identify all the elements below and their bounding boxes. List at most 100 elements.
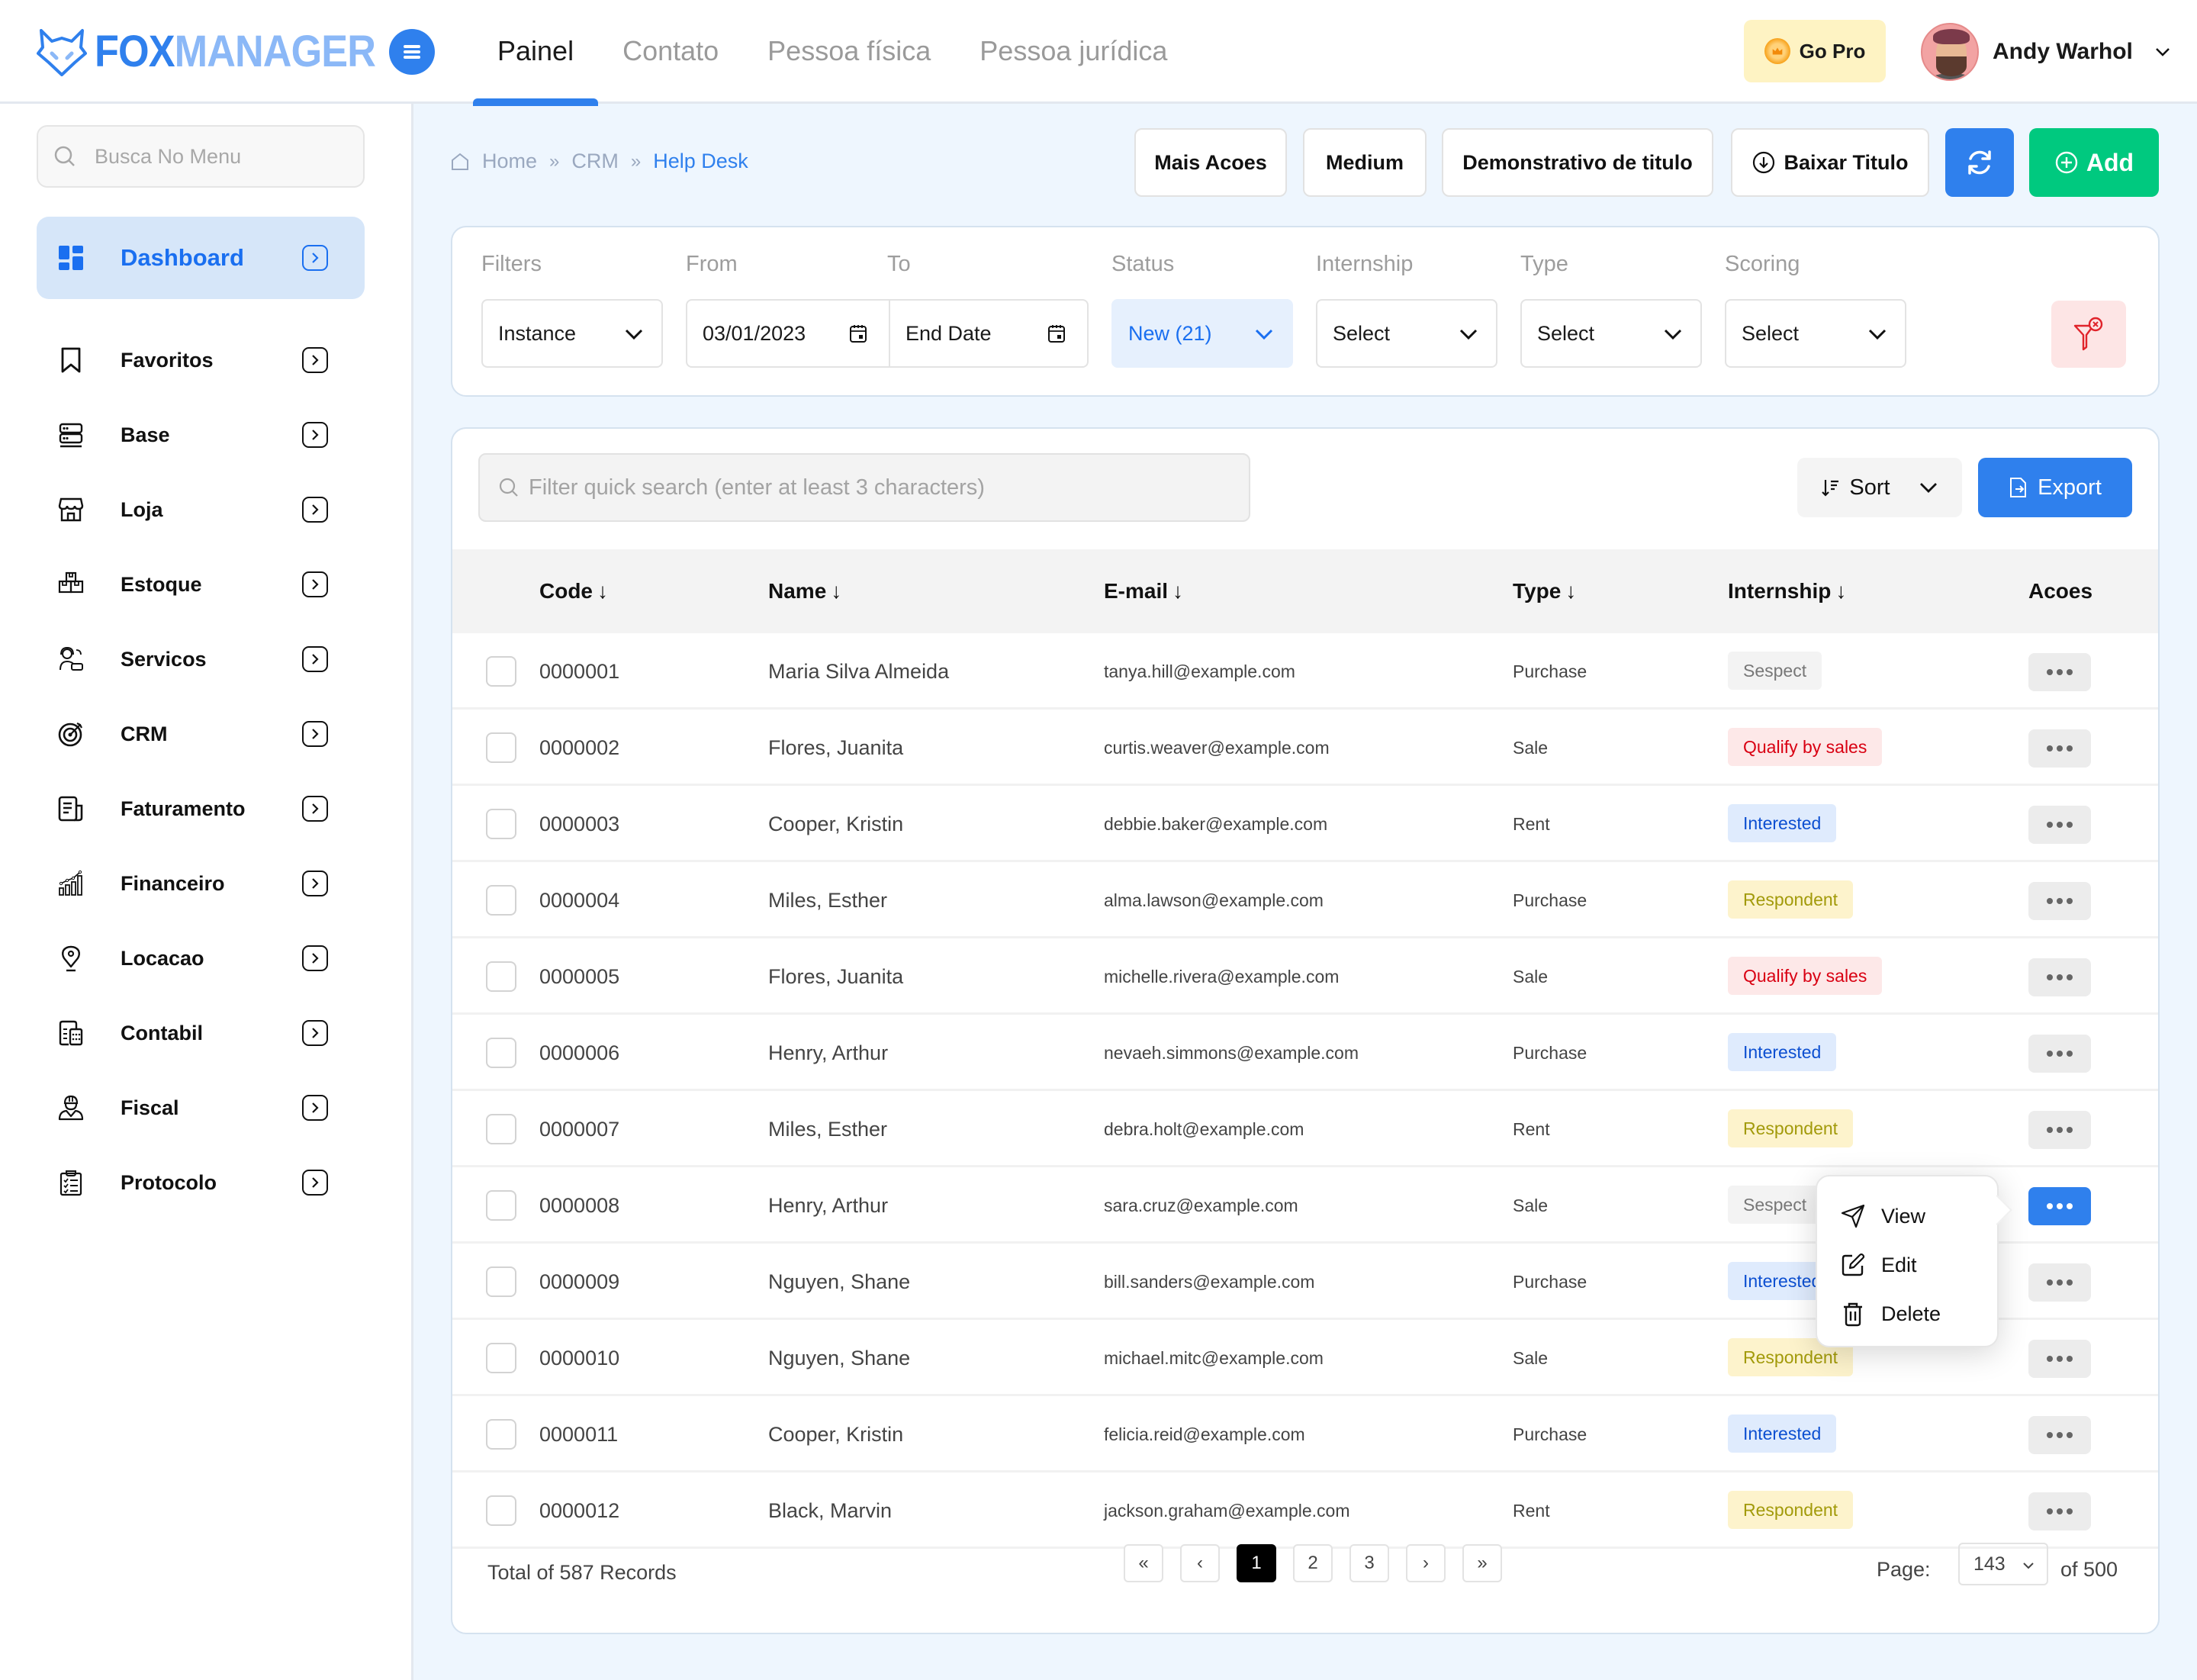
sidebar-search[interactable] bbox=[37, 125, 365, 188]
row-checkbox[interactable] bbox=[486, 1266, 516, 1297]
sidebar-search-input[interactable] bbox=[95, 144, 354, 169]
row-actions-button[interactable] bbox=[2028, 1416, 2091, 1454]
menu-item-delete[interactable]: Delete bbox=[1840, 1292, 1941, 1335]
tab-pessoa-fisica[interactable]: Pessoa física bbox=[743, 0, 955, 104]
more-dots-icon bbox=[2047, 974, 2053, 980]
row-actions-button[interactable] bbox=[2028, 1035, 2091, 1073]
table-row[interactable]: 0000003 Cooper, Kristin debbie.baker@examp… bbox=[452, 786, 2158, 862]
row-actions-button[interactable] bbox=[2028, 1187, 2091, 1225]
page-select[interactable]: 143 bbox=[1958, 1543, 2048, 1585]
baixar-titulo-button[interactable]: Baixar Titulo bbox=[1731, 128, 1929, 197]
app-logo[interactable]: FOXMANAGER bbox=[37, 27, 407, 76]
from-date-input[interactable]: 03/01/2023 bbox=[687, 301, 889, 366]
quick-search-input[interactable] bbox=[529, 475, 1246, 500]
instance-select[interactable]: Instance bbox=[481, 299, 663, 368]
scoring-select[interactable]: Select bbox=[1725, 299, 1906, 368]
table-row[interactable]: 0000002 Flores, Juanita curtis.weaver@exam… bbox=[452, 710, 2158, 786]
menu-toggle-button[interactable] bbox=[389, 29, 435, 75]
home-icon bbox=[452, 153, 468, 170]
prev-page-button[interactable]: ‹ bbox=[1180, 1544, 1220, 1582]
sidebar-item-financeiro[interactable]: Financeiro bbox=[37, 842, 365, 925]
sidebar-item-locacao[interactable]: Locacao bbox=[37, 917, 365, 999]
medium-button[interactable]: Medium bbox=[1303, 128, 1427, 197]
type-select[interactable]: Select bbox=[1520, 299, 1702, 368]
sort-button[interactable]: Sort bbox=[1797, 458, 1962, 517]
sidebar-item-protocolo[interactable]: Protocolo bbox=[37, 1141, 365, 1224]
refresh-button[interactable] bbox=[1945, 128, 2014, 197]
table-row[interactable]: 0000004 Miles, Esther alma.lawson@example.… bbox=[452, 862, 2158, 938]
page-button[interactable]: 3 bbox=[1349, 1544, 1389, 1582]
column-header-code[interactable]: Code ↓ bbox=[539, 549, 608, 633]
to-date-input[interactable]: End Date bbox=[889, 301, 1087, 366]
row-checkbox[interactable] bbox=[486, 1495, 516, 1526]
column-header-type[interactable]: Type ↓ bbox=[1513, 549, 1576, 633]
row-actions-button[interactable] bbox=[2028, 729, 2091, 768]
row-actions-button[interactable] bbox=[2028, 653, 2091, 691]
row-checkbox[interactable] bbox=[486, 732, 516, 763]
row-checkbox[interactable] bbox=[486, 885, 516, 916]
table-row[interactable]: 0000007 Miles, Esther debra.holt@example.c… bbox=[452, 1091, 2158, 1167]
cell-name: Nguyen, Shane bbox=[768, 1347, 911, 1369]
breadcrumb-home[interactable]: Home bbox=[482, 150, 537, 173]
sidebar-item-loja[interactable]: Loja bbox=[37, 468, 365, 551]
table-row[interactable]: 0000006 Henry, Arthur nevaeh.simmons@examp… bbox=[452, 1015, 2158, 1091]
row-checkbox[interactable] bbox=[486, 809, 516, 839]
row-checkbox[interactable] bbox=[486, 1114, 516, 1144]
next-page-button[interactable]: › bbox=[1406, 1544, 1446, 1582]
clear-filters-button[interactable] bbox=[2051, 301, 2126, 368]
table-row[interactable]: 0000011 Cooper, Kristin felicia.reid@examp… bbox=[452, 1396, 2158, 1472]
last-page-button[interactable]: » bbox=[1462, 1544, 1502, 1582]
add-button[interactable]: Add bbox=[2029, 128, 2159, 197]
sidebar-item-faturamento[interactable]: Faturamento bbox=[37, 768, 365, 850]
row-checkbox[interactable] bbox=[486, 1038, 516, 1068]
table-row[interactable]: 0000001 Maria Silva Almeida tanya.hill@exa… bbox=[452, 633, 2158, 710]
quick-search[interactable] bbox=[478, 453, 1250, 522]
internship-select[interactable]: Select bbox=[1316, 299, 1497, 368]
row-actions-button[interactable] bbox=[2028, 1263, 2091, 1302]
sidebar-item-favoritos[interactable]: Favoritos bbox=[37, 319, 365, 401]
row-checkbox[interactable] bbox=[486, 656, 516, 687]
column-header-name[interactable]: Name ↓ bbox=[768, 549, 841, 633]
go-pro-button[interactable]: Go Pro bbox=[1744, 20, 1886, 82]
chevron-right-icon bbox=[302, 497, 328, 523]
tab-contato[interactable]: Contato bbox=[598, 0, 743, 104]
to-label: To bbox=[887, 252, 911, 276]
breadcrumb-crm[interactable]: CRM bbox=[571, 150, 619, 173]
row-checkbox[interactable] bbox=[486, 961, 516, 992]
row-actions-button[interactable] bbox=[2028, 1492, 2091, 1530]
table-row[interactable]: 0000005 Flores, Juanita michelle.rivera@ex… bbox=[452, 938, 2158, 1015]
tab-pessoa-juridica[interactable]: Pessoa jurídica bbox=[955, 0, 1192, 104]
sidebar-item-base[interactable]: Base bbox=[37, 394, 365, 476]
page-button[interactable]: 1 bbox=[1237, 1544, 1276, 1582]
status-select[interactable]: New (21) bbox=[1111, 299, 1293, 368]
demonstrativo-button[interactable]: Demonstrativo de titulo bbox=[1442, 128, 1713, 197]
row-actions-button[interactable] bbox=[2028, 882, 2091, 920]
first-page-button[interactable]: « bbox=[1124, 1544, 1163, 1582]
row-actions-button[interactable] bbox=[2028, 958, 2091, 996]
row-checkbox[interactable] bbox=[486, 1419, 516, 1450]
row-checkbox[interactable] bbox=[486, 1190, 516, 1221]
sidebar-item-crm[interactable]: CRM bbox=[37, 693, 365, 775]
row-actions-button[interactable] bbox=[2028, 1340, 2091, 1378]
sidebar-item-estoque[interactable]: Estoque bbox=[37, 543, 365, 626]
row-actions-button[interactable] bbox=[2028, 806, 2091, 844]
sidebar-item-fiscal[interactable]: Fiscal bbox=[37, 1067, 365, 1149]
column-header-internship[interactable]: Internship ↓ bbox=[1728, 549, 1846, 633]
column-header-email[interactable]: E-mail ↓ bbox=[1104, 549, 1183, 633]
trash-icon bbox=[1844, 1302, 1862, 1327]
sidebar-item-contabil[interactable]: Contabil bbox=[37, 992, 365, 1074]
user-menu[interactable]: Andy Warhol bbox=[1921, 21, 2171, 82]
tab-painel[interactable]: Painel bbox=[473, 0, 599, 106]
sidebar: Dashboard Favoritos Base Loja Estoque Se… bbox=[0, 104, 413, 1680]
sidebar-item-dashboard[interactable]: Dashboard bbox=[37, 217, 365, 299]
table-row[interactable]: 0000012 Black, Marvin jackson.graham@examp… bbox=[452, 1472, 2158, 1549]
menu-item-edit[interactable]: Edit bbox=[1840, 1244, 1917, 1286]
sort-arrow-icon: ↓ bbox=[1565, 579, 1577, 603]
export-button[interactable]: Export bbox=[1978, 458, 2132, 517]
mais-acoes-button[interactable]: Mais Acoes bbox=[1134, 128, 1287, 197]
row-checkbox[interactable] bbox=[486, 1343, 516, 1373]
sidebar-item-servicos[interactable]: Servicos bbox=[37, 618, 365, 700]
menu-item-view[interactable]: View bbox=[1840, 1195, 1925, 1237]
page-button[interactable]: 2 bbox=[1293, 1544, 1333, 1582]
row-actions-button[interactable] bbox=[2028, 1111, 2091, 1149]
